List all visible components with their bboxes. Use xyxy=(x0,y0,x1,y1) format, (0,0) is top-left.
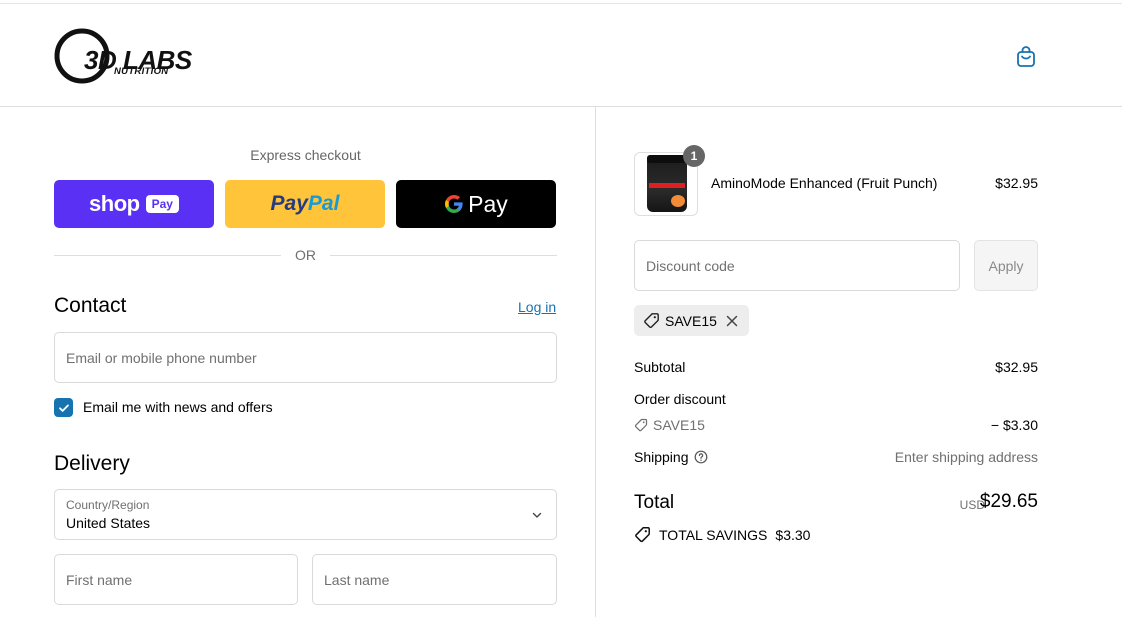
express-checkout-label: Express checkout xyxy=(250,147,361,163)
shop-pay-button[interactable]: shop Pay xyxy=(54,180,214,228)
country-label: Country/Region xyxy=(66,498,150,512)
email-field[interactable] xyxy=(54,332,557,383)
shop-pay-pill: Pay xyxy=(145,195,179,213)
column-divider xyxy=(595,107,596,617)
total-label: Total xyxy=(634,492,675,513)
shipping-label: Shipping xyxy=(634,449,689,465)
discount-code-row: SAVE15 xyxy=(634,417,705,433)
product-name: AminoMode Enhanced (Fruit Punch) xyxy=(711,175,938,191)
discount-code-text: SAVE15 xyxy=(653,417,705,433)
applied-discount-chip: SAVE15 xyxy=(634,305,749,336)
discount-value: − $3.30 xyxy=(990,417,1038,433)
google-g-icon xyxy=(445,195,463,213)
first-name-field[interactable] xyxy=(54,554,298,605)
remove-discount-icon[interactable] xyxy=(725,314,739,328)
checkmark-icon xyxy=(58,404,69,412)
shipping-value: Enter shipping address xyxy=(894,449,1038,465)
subtotal-value: $32.95 xyxy=(995,359,1038,375)
shop-pay-word: shop xyxy=(89,191,140,216)
tag-icon xyxy=(644,313,659,329)
tag-icon xyxy=(634,418,648,432)
discount-input[interactable] xyxy=(635,241,959,290)
country-select[interactable]: Country/Region United States xyxy=(54,489,557,540)
product-price: $32.95 xyxy=(995,175,1038,191)
first-name-input[interactable] xyxy=(55,555,297,604)
or-divider: OR xyxy=(54,247,557,263)
savings-value: $3.30 xyxy=(775,526,811,543)
savings-label: TOTAL SAVINGS xyxy=(659,526,768,543)
email-input[interactable] xyxy=(55,333,556,382)
contact-title: Contact xyxy=(54,294,127,317)
apply-button[interactable]: Apply xyxy=(974,240,1038,291)
delivery-title: Delivery xyxy=(54,452,130,475)
google-pay-word: Pay xyxy=(468,190,508,217)
shipping-row: Shipping xyxy=(634,449,708,465)
subtotal-label: Subtotal xyxy=(634,359,686,375)
total-savings: TOTAL SAVINGS $3.30 xyxy=(634,526,810,543)
discount-field[interactable] xyxy=(634,240,960,291)
newsletter-checkbox[interactable] xyxy=(54,398,73,417)
login-link[interactable]: Log in xyxy=(518,299,556,315)
order-discount-label: Order discount xyxy=(634,391,726,407)
paypal-button[interactable]: Pay Pal xyxy=(225,180,385,228)
newsletter-label: Email me with news and offers xyxy=(83,399,273,415)
paypal-word-pal: Pal xyxy=(307,192,340,215)
brand-logo[interactable]: 3D LABS NUTRITION xyxy=(54,26,194,86)
paypal-word-pay: Pay xyxy=(270,192,308,215)
logo-subtext: NUTRITION xyxy=(114,66,169,77)
total-value: $29.65 xyxy=(979,491,1038,512)
help-icon[interactable] xyxy=(694,450,708,464)
shopping-bag-icon[interactable] xyxy=(1014,44,1038,68)
chevron-down-icon xyxy=(532,512,542,518)
last-name-field[interactable] xyxy=(312,554,557,605)
applied-code: SAVE15 xyxy=(665,312,717,329)
site-header: 3D LABS NUTRITION xyxy=(0,4,1122,107)
google-pay-button[interactable]: Pay xyxy=(396,180,556,228)
last-name-input[interactable] xyxy=(313,555,556,604)
country-value: United States xyxy=(66,515,151,531)
quantity-badge: 1 xyxy=(683,145,705,167)
savings-tag-icon xyxy=(635,527,650,543)
